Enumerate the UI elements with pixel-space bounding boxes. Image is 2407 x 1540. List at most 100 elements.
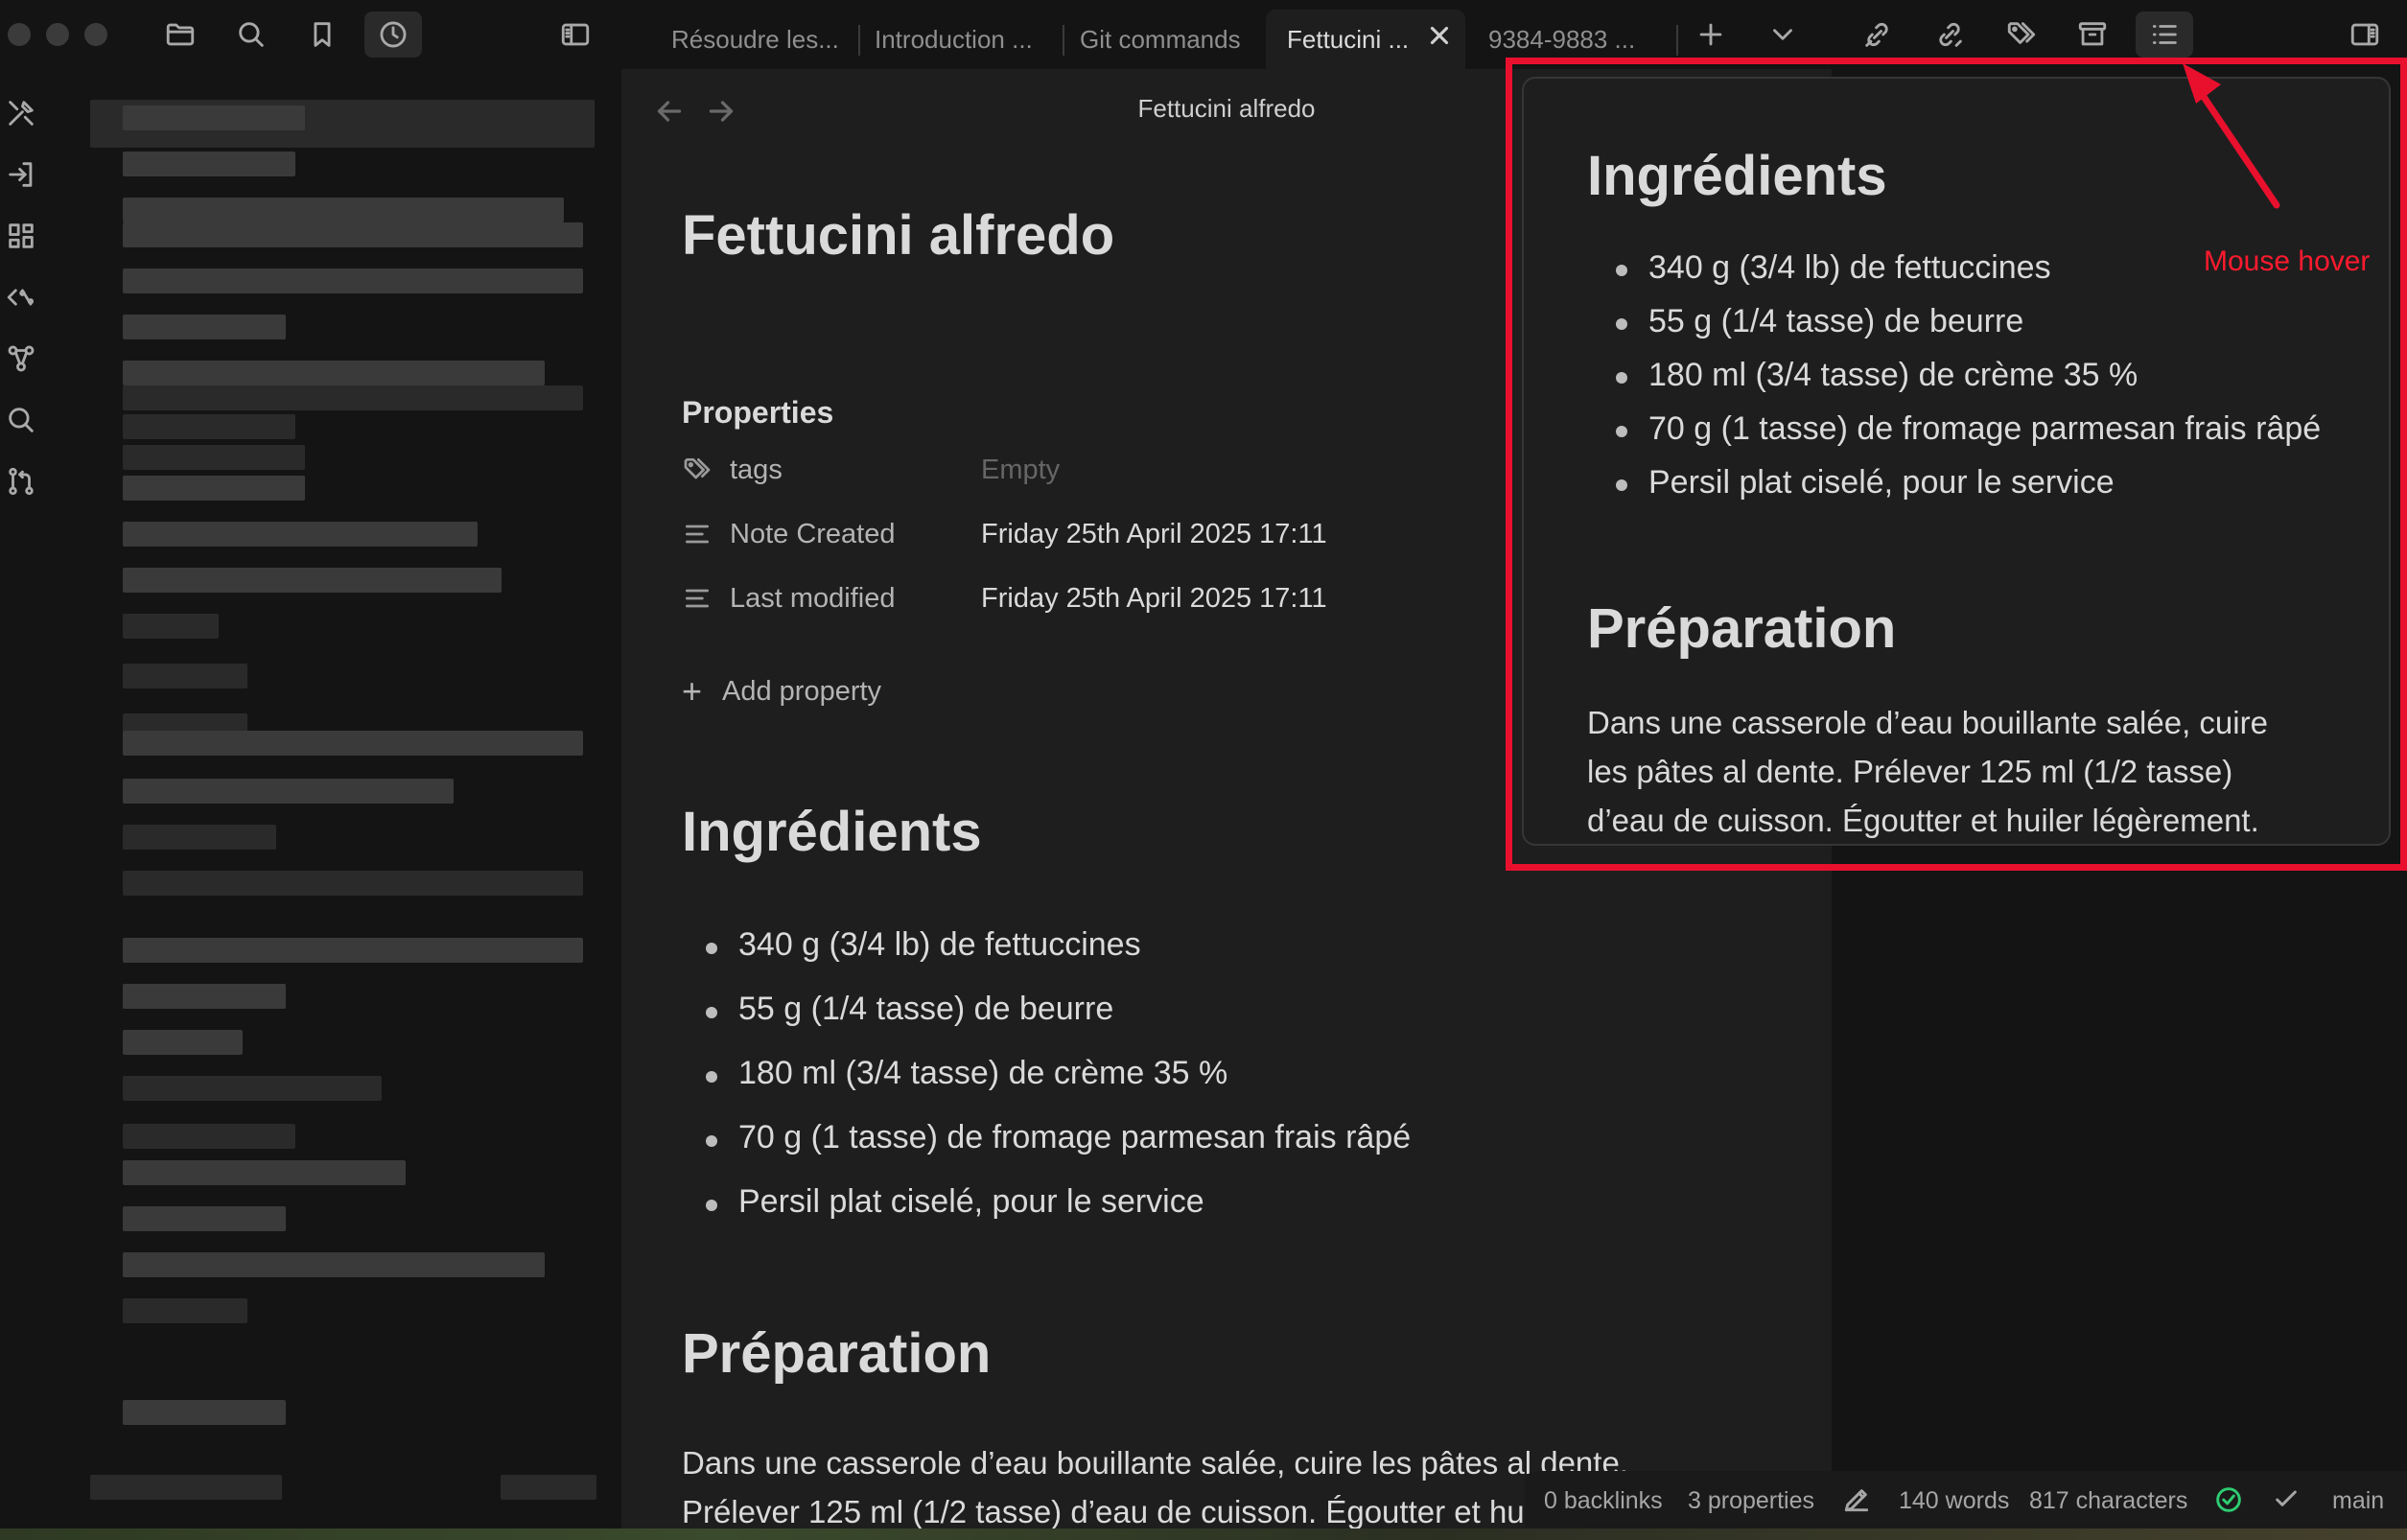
list-item[interactable] [123, 1030, 243, 1055]
ribbon-templater-button[interactable] [2, 278, 40, 316]
ribbon-tools-button[interactable] [2, 94, 40, 132]
popover-preparation-paragraph[interactable]: Dans une casserole d’eau bouillante salé… [1587, 698, 2335, 844]
list-item[interactable] [123, 222, 583, 247]
property-row-last-modified[interactable]: Last modified Friday 25th April 2025 17:… [682, 579, 1327, 618]
list-item[interactable] [123, 614, 219, 639]
list-item[interactable] [123, 1124, 295, 1149]
list-item[interactable] [123, 1206, 286, 1231]
list-item[interactable] [123, 984, 286, 1009]
list-item[interactable]: 70 g (1 tasse) de fromage parmesan frais… [682, 1119, 1411, 1183]
tab-git-commands[interactable]: Git commands [1080, 10, 1252, 69]
tags-button[interactable] [1993, 12, 2050, 58]
property-key[interactable]: tags [730, 455, 783, 486]
sidebar-right-icon [2350, 23, 2379, 46]
window-minimize-button[interactable] [46, 23, 69, 46]
toggle-left-sidebar-button[interactable] [547, 12, 604, 58]
window-close-button[interactable] [8, 23, 31, 46]
property-row-note-created[interactable]: Note Created Friday 25th April 2025 17:1… [682, 515, 1327, 553]
edit-mode-button[interactable] [1841, 1484, 1874, 1517]
popover-preparation-heading[interactable]: Préparation [1587, 596, 1896, 661]
property-value[interactable]: Friday 25th April 2025 17:11 [981, 583, 1327, 615]
new-tab-button[interactable] [1682, 12, 1740, 58]
outgoing-links-button[interactable] [1921, 12, 1978, 58]
list-item[interactable] [123, 522, 478, 547]
list-item[interactable] [123, 871, 583, 896]
ribbon-search-button[interactable] [2, 401, 40, 439]
git-pull-request-icon [9, 467, 34, 496]
files-button[interactable] [152, 12, 209, 58]
tab-introduction[interactable]: Introduction ... [875, 10, 1052, 69]
list-item[interactable] [123, 1160, 406, 1185]
list-item[interactable] [123, 938, 583, 963]
clock-icon [380, 21, 407, 48]
ribbon-graph-button[interactable] [2, 339, 40, 378]
sync-status-button[interactable] [2213, 1484, 2246, 1517]
list-item[interactable] [123, 105, 305, 130]
list-item[interactable]: 70 g (1 tasse) de fromage parmesan frais… [1587, 410, 2321, 464]
property-key[interactable]: Note Created [730, 519, 896, 550]
bookmarks-button[interactable] [293, 12, 351, 58]
properties-count[interactable]: 3 properties [1688, 1487, 1814, 1515]
git-branch[interactable]: main [2332, 1487, 2384, 1515]
close-tab-button[interactable] [1425, 21, 1454, 50]
list-item[interactable] [123, 315, 286, 339]
list-item[interactable] [123, 445, 305, 470]
list-item[interactable] [123, 1252, 545, 1277]
ribbon-import-button[interactable] [2, 155, 40, 194]
note-title[interactable]: Fettucini alfredo [682, 203, 1114, 268]
list-item[interactable] [123, 476, 305, 501]
backlinks-button[interactable] [1849, 12, 1906, 58]
ribbon-canvas-button[interactable] [2, 217, 40, 255]
recent-files-button[interactable] [364, 12, 422, 58]
preparation-heading[interactable]: Préparation [682, 1321, 991, 1386]
list-item[interactable] [90, 1475, 282, 1500]
annotation-label: Mouse hover [2204, 245, 2371, 277]
list-item[interactable] [123, 152, 295, 176]
plus-icon [1699, 23, 1722, 46]
list-item[interactable] [123, 268, 583, 293]
list-item[interactable]: 55 g (1/4 tasse) de beurre [1587, 303, 2321, 357]
list-item[interactable]: 180 ml (3/4 tasse) de crème 35 % [682, 1055, 1411, 1119]
list-item[interactable] [123, 385, 583, 410]
tab-resoudre[interactable]: Résoudre les... [671, 10, 853, 69]
status-bar: 0 backlinks 3 properties 140 words 817 c… [1525, 1471, 2407, 1528]
ribbon-git-button[interactable] [2, 462, 40, 501]
toggle-right-sidebar-button[interactable] [2336, 12, 2394, 58]
list-item[interactable] [123, 198, 564, 222]
list-item[interactable] [123, 414, 295, 439]
list-item[interactable] [123, 731, 583, 756]
list-item[interactable]: Persil plat ciselé, pour le service [682, 1183, 1411, 1248]
list-item[interactable] [123, 1076, 382, 1101]
preparation-line: d’eau de cuisson. Égoutter et huiler lég… [1587, 803, 2259, 838]
list-item[interactable]: Persil plat ciselé, pour le service [1587, 464, 2321, 518]
text-lines-icon [682, 515, 720, 553]
property-row-tags[interactable]: tags Empty [682, 451, 1060, 489]
backlinks-count[interactable]: 0 backlinks [1544, 1487, 1663, 1515]
property-value[interactable]: Friday 25th April 2025 17:11 [981, 519, 1327, 550]
ingredients-heading[interactable]: Ingrédients [682, 800, 982, 864]
window-zoom-button[interactable] [84, 23, 107, 46]
property-value[interactable]: Empty [981, 455, 1060, 486]
popover-ingredients-heading[interactable]: Ingrédients [1587, 144, 1887, 208]
list-item[interactable] [501, 1475, 596, 1500]
list-item[interactable] [123, 664, 247, 688]
list-item[interactable] [123, 361, 545, 385]
search-button[interactable] [222, 12, 280, 58]
list-item[interactable] [123, 1400, 286, 1425]
sidebar-left-icon [561, 23, 590, 46]
list-item[interactable]: 55 g (1/4 tasse) de beurre [682, 991, 1411, 1055]
list-item[interactable] [123, 825, 276, 850]
tab-separator [858, 25, 860, 56]
list-item[interactable] [123, 779, 454, 804]
archive-button[interactable] [2064, 12, 2121, 58]
tab-list-dropdown[interactable] [1754, 12, 1811, 58]
list-item[interactable]: 340 g (3/4 lb) de fettuccines [682, 926, 1411, 991]
properties-heading[interactable]: Properties [682, 395, 833, 431]
git-status-button[interactable] [2271, 1484, 2303, 1517]
list-item[interactable] [123, 1298, 247, 1323]
preparation-line: Dans une casserole d’eau bouillante salé… [1587, 705, 2268, 740]
list-item[interactable] [123, 568, 502, 593]
list-item[interactable]: 180 ml (3/4 tasse) de crème 35 % [1587, 357, 2321, 410]
add-property-button[interactable]: + Add property [682, 671, 881, 712]
property-key[interactable]: Last modified [730, 583, 896, 615]
